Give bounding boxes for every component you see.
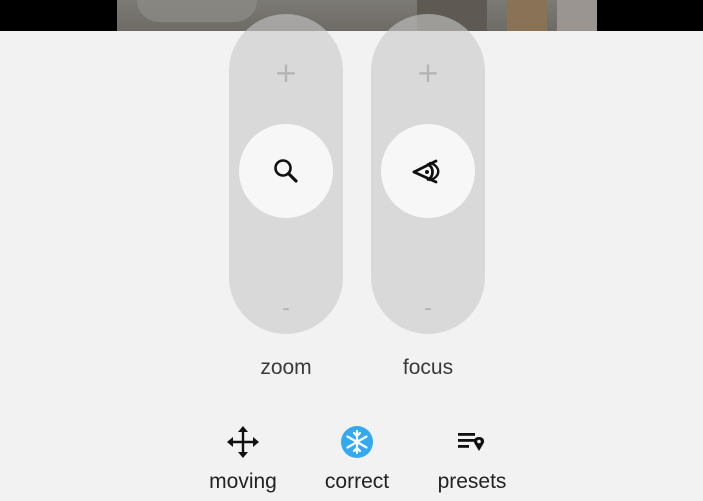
focus-plus-button[interactable]: + bbox=[371, 59, 485, 87]
toolbar-item-moving[interactable]: moving bbox=[188, 424, 298, 500]
camera-preview-strip bbox=[0, 0, 703, 31]
zoom-slider[interactable]: + - bbox=[229, 14, 343, 334]
focus-knob-ring[interactable] bbox=[373, 116, 483, 226]
zoom-knob[interactable] bbox=[239, 124, 333, 218]
zoom-plus-button[interactable]: + bbox=[229, 59, 343, 87]
focus-label: focus bbox=[402, 356, 454, 379]
zoom-label: zoom bbox=[260, 356, 312, 379]
camera-preview-image bbox=[117, 0, 597, 31]
list-location-icon bbox=[454, 424, 490, 460]
toolbar-item-label: moving bbox=[209, 470, 277, 493]
snowflake-icon bbox=[339, 424, 375, 460]
camera-control-screen: + - + - zoom focus moving correct preset… bbox=[0, 0, 703, 501]
focus-slider[interactable]: + - bbox=[371, 14, 485, 334]
magnifier-icon bbox=[274, 159, 298, 183]
toolbar-item-label: correct bbox=[324, 470, 390, 493]
zoom-knob-ring[interactable] bbox=[231, 116, 341, 226]
zoom-minus-button[interactable]: - bbox=[229, 298, 343, 320]
toolbar-item-presets[interactable]: presets bbox=[417, 424, 527, 500]
move-arrows-icon bbox=[225, 424, 261, 460]
eye-focus-icon bbox=[412, 159, 440, 184]
focus-minus-button[interactable]: - bbox=[371, 298, 485, 320]
toolbar-item-label: presets bbox=[437, 470, 507, 493]
toolbar-item-correct[interactable]: correct bbox=[302, 424, 412, 500]
focus-knob[interactable] bbox=[381, 124, 475, 218]
